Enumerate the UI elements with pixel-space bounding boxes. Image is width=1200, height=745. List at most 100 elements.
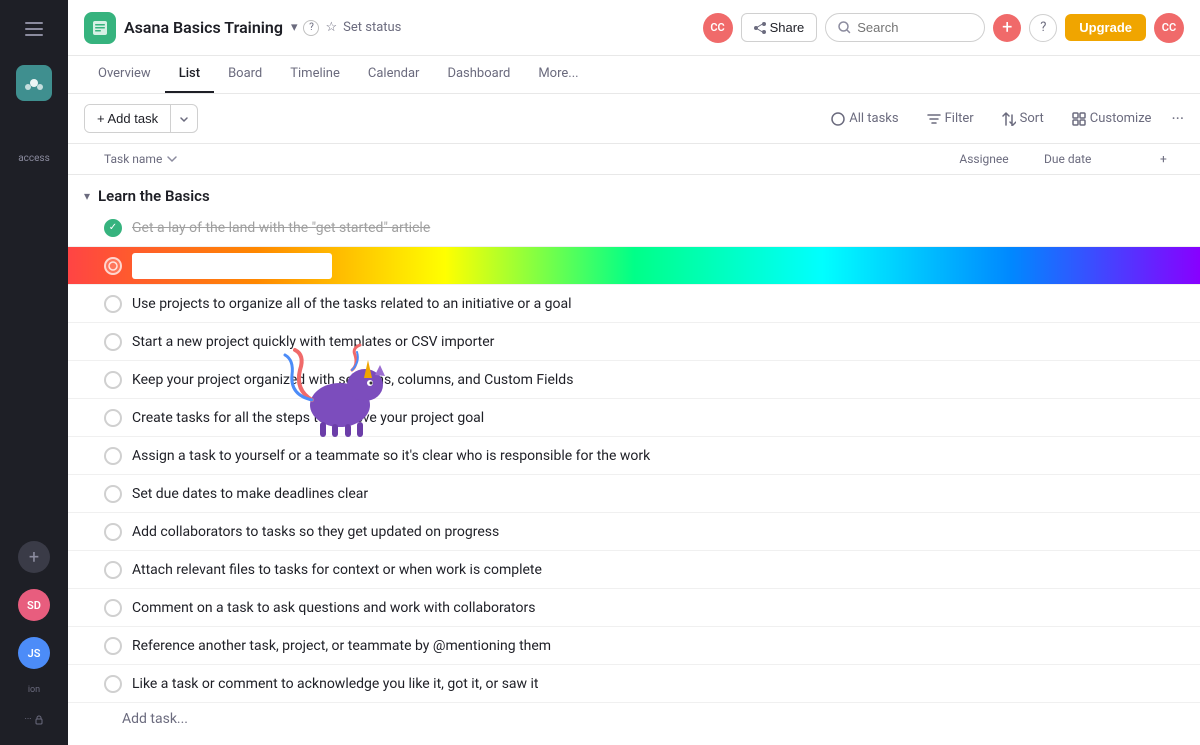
table-row[interactable]: Reference another task, project, or team… [68,627,1200,665]
task-name: Create tasks for all the steps to achiev… [132,410,924,426]
sidebar-menu-icon[interactable] [17,12,51,49]
task-check[interactable] [104,485,122,503]
search-bar[interactable] [825,13,985,42]
task-name: Use projects to organize all of the task… [132,296,924,312]
table-row[interactable]: Attach relevant files to tasks for conte… [68,551,1200,589]
tab-more[interactable]: More... [524,56,592,93]
col-assignee-header: Assignee [924,152,1044,166]
tab-timeline[interactable]: Timeline [276,56,354,93]
user-avatar[interactable]: CC [1154,13,1184,43]
share-label: Share [770,20,805,35]
table-row[interactable]: Comment on a task to ask questions and w… [68,589,1200,627]
ion-label: ion [28,685,40,699]
toolbar: + Add task All tasks [68,94,1200,144]
info-icon[interactable]: ? [303,20,319,36]
task-check-completed[interactable]: ✓ [104,219,122,237]
task-check[interactable] [104,675,122,693]
table-row-editing[interactable] [68,247,1200,285]
star-icon[interactable]: ☆ [325,20,337,35]
customize-button[interactable]: Customize [1064,107,1160,130]
add-task-group: + Add task [84,104,198,133]
sidebar: access + SD JS ion ··· [0,0,68,745]
chevron-down-icon[interactable]: ▾ [291,20,298,35]
task-check[interactable] [104,637,122,655]
set-status[interactable]: Set status [343,20,401,35]
sort-icon [1002,112,1016,126]
task-name: Assign a task to yourself or a teammate … [132,448,924,464]
top-header: Asana Basics Training ▾ ? ☆ Set status C… [68,0,1200,56]
table-row[interactable]: ✓ Get a lay of the land with the "get st… [68,209,1200,247]
task-check[interactable] [104,409,122,427]
nav-tabs: Overview List Board Timeline Calendar Da… [68,56,1200,94]
sidebar-add-button[interactable]: + [18,541,50,573]
add-task-inline[interactable]: Add task... [68,703,1200,735]
table-row[interactable]: Like a task or comment to acknowledge yo… [68,665,1200,703]
task-name: Add collaborators to tasks so they get u… [132,524,924,540]
task-name: Keep your project organized with section… [132,372,924,388]
tab-calendar[interactable]: Calendar [354,56,434,93]
filter-button[interactable]: Filter [919,107,982,130]
add-column-button[interactable]: + [1160,152,1184,166]
task-name: Like a task or comment to acknowledge yo… [132,676,924,692]
task-check-editing[interactable] [104,257,122,275]
section-organize-your-work: ▾ Organize your work [68,735,1200,745]
tab-board[interactable]: Board [214,56,276,93]
toolbar-right: All tasks Filter Sort [823,107,1184,130]
add-task-dropdown[interactable] [170,105,197,132]
table-row[interactable]: Add collaborators to tasks so they get u… [68,513,1200,551]
filter-icon [927,112,941,126]
col-task-name-header: Task name [104,152,924,166]
tab-overview[interactable]: Overview [84,56,165,93]
add-task-button[interactable]: + Add task [85,105,170,132]
task-name: Attach relevant files to tasks for conte… [132,562,924,578]
task-name: Start a new project quickly with templat… [132,334,924,350]
table-row[interactable]: Start a new project quickly with templat… [68,323,1200,361]
header-right: CC Share + ? Upgrade [703,13,1184,43]
project-title: Asana Basics Training [124,18,283,37]
access-label: access [18,153,50,164]
task-name: Get a lay of the land with the "get star… [132,220,924,236]
task-check[interactable] [104,447,122,465]
task-check[interactable] [104,561,122,579]
lock-indicator: ··· [24,715,43,733]
task-name: Reference another task, project, or team… [132,638,924,654]
upgrade-button[interactable]: Upgrade [1065,14,1146,41]
project-icon [84,12,116,44]
tab-dashboard[interactable]: Dashboard [433,56,524,93]
search-input[interactable] [857,20,957,35]
table-row[interactable]: Keep your project organized with section… [68,361,1200,399]
sort-button[interactable]: Sort [994,107,1052,130]
table-row[interactable]: Create tasks for all the steps to achiev… [68,399,1200,437]
task-check[interactable] [104,333,122,351]
table-row[interactable]: Use projects to organize all of the task… [68,285,1200,323]
share-button[interactable]: Share [741,13,818,42]
task-name-input[interactable] [132,253,332,279]
main-content: Asana Basics Training ▾ ? ☆ Set status C… [68,0,1200,745]
task-check[interactable] [104,371,122,389]
task-check[interactable] [104,523,122,541]
table-header: Task name Assignee Due date + [68,144,1200,175]
task-list: ▾ Learn the Basics ✓ Get a lay of the la… [68,175,1200,745]
avatar-js: JS [18,637,50,669]
cc-avatar: CC [703,13,733,43]
section-learn-the-basics: ▾ Learn the Basics [68,175,1200,209]
table-row[interactable]: Set due dates to make deadlines clear [68,475,1200,513]
task-name: Set due dates to make deadlines clear [132,486,924,502]
add-button[interactable]: + [993,14,1021,42]
col-due-date-header: Due date + [1044,152,1184,166]
task-check[interactable] [104,599,122,617]
more-options-button[interactable]: ··· [1171,109,1184,128]
task-check[interactable] [104,295,122,313]
task-name: Comment on a task to ask questions and w… [132,600,924,616]
section-title: Learn the Basics [98,187,210,205]
chevron-down-icon [166,153,178,165]
header-icons: ▾ ? ☆ Set status [291,20,401,36]
all-tasks-button[interactable]: All tasks [823,107,906,130]
section-collapse-button[interactable]: ▾ [84,189,90,203]
circle-icon [831,112,845,126]
search-icon [838,21,851,34]
table-row[interactable]: Assign a task to yourself or a teammate … [68,437,1200,475]
tab-list[interactable]: List [165,56,214,93]
help-button[interactable]: ? [1029,14,1057,42]
app-logo [16,65,52,101]
